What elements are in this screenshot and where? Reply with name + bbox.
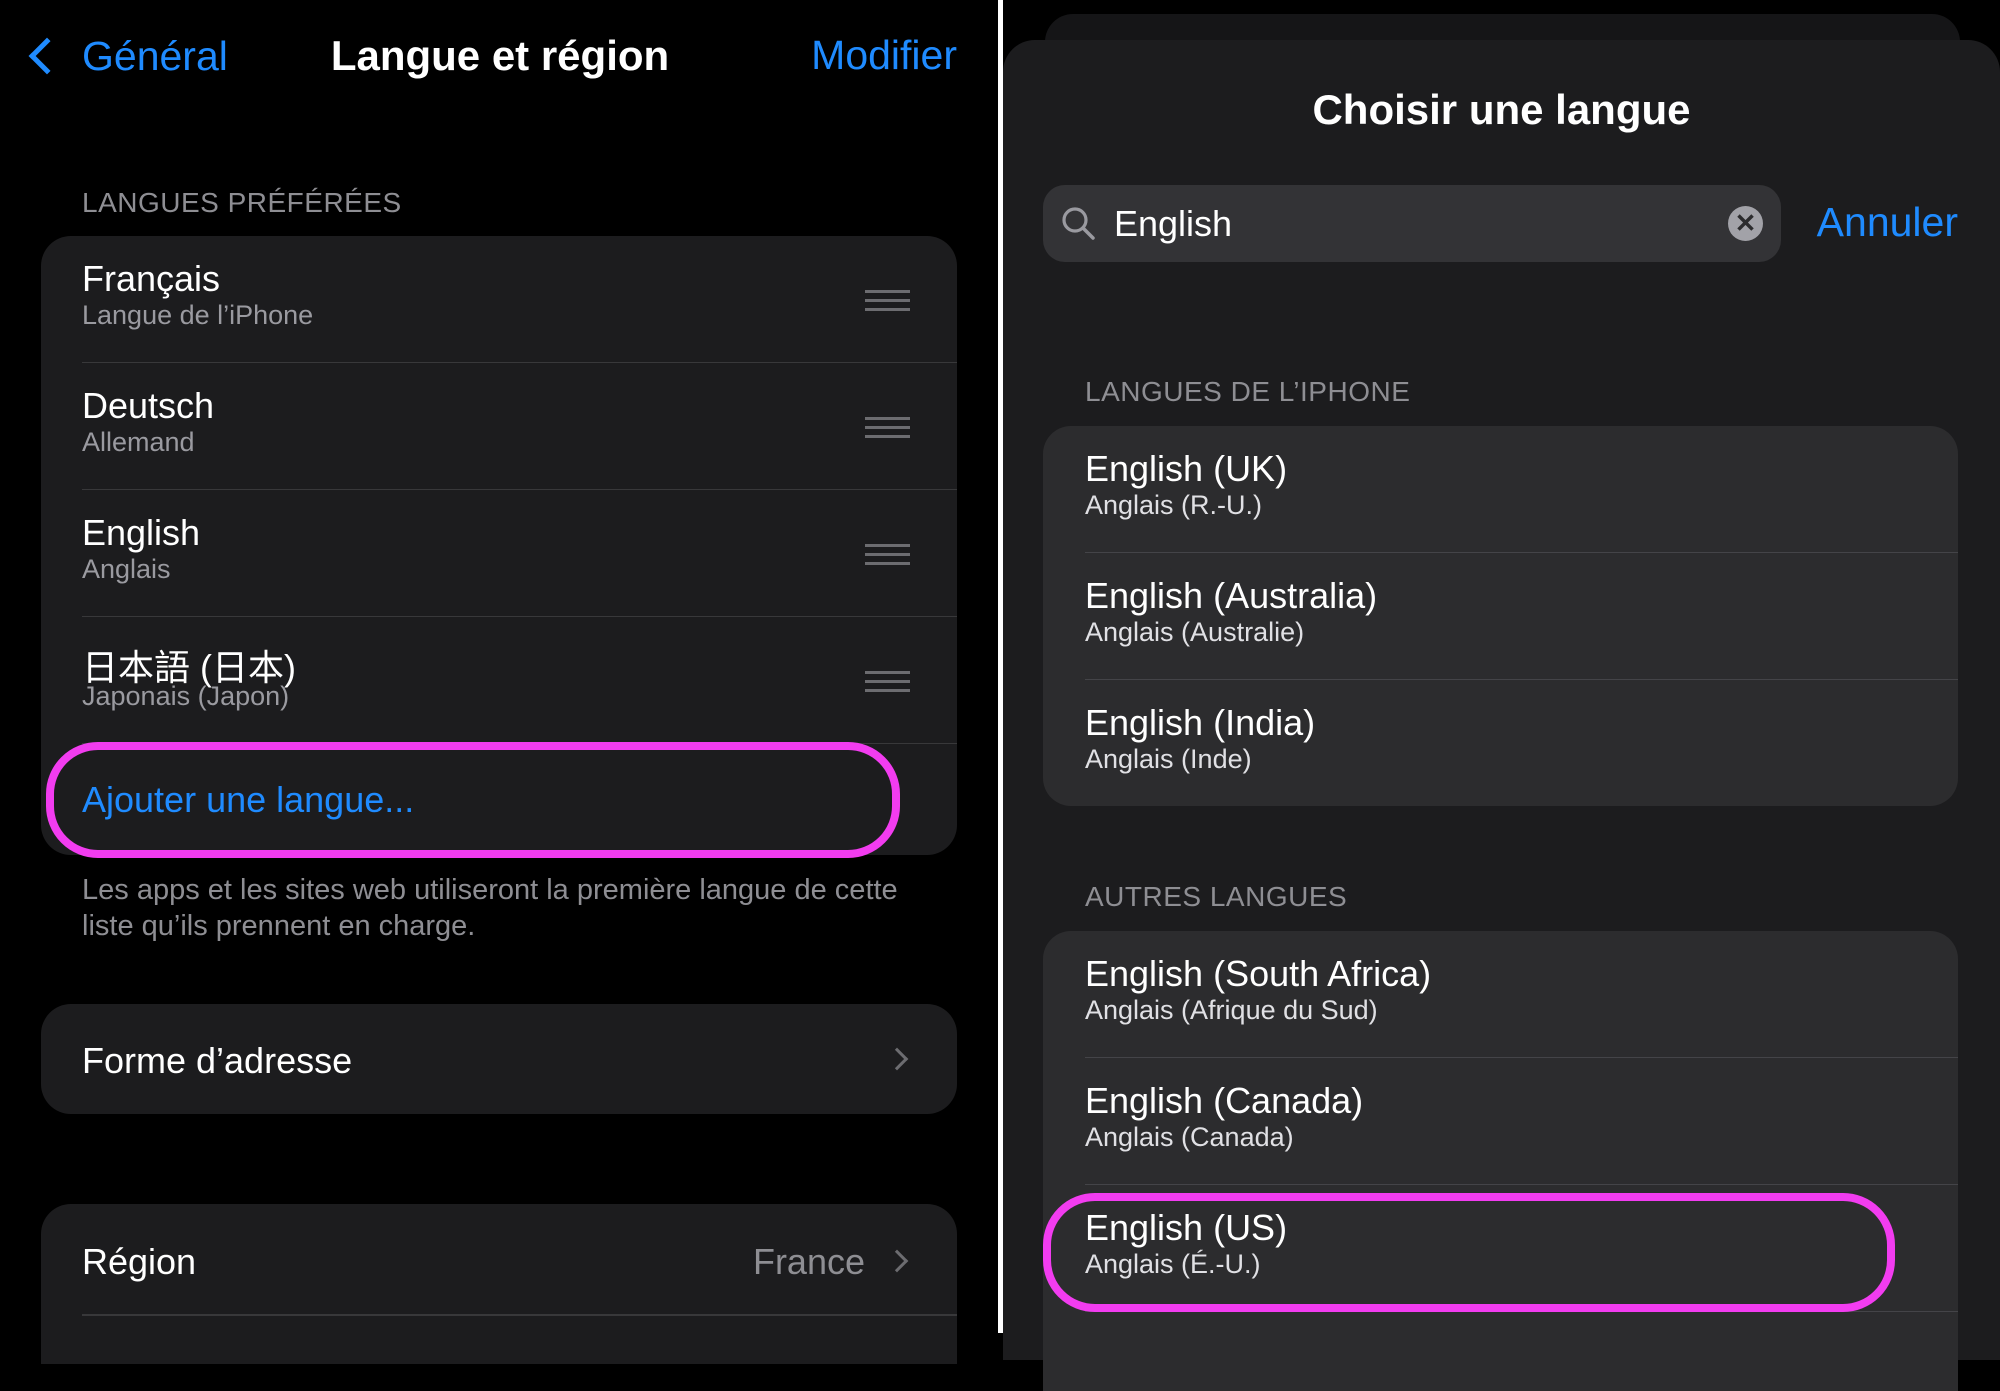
language-option-english-us[interactable]: English (US) Anglais (É.-U.) bbox=[1043, 1185, 1958, 1312]
divider bbox=[1085, 1310, 1958, 1312]
language-subtitle: Anglais (Afrique du Sud) bbox=[1085, 995, 1378, 1025]
preferred-languages-header: LANGUES PRÉFÉRÉES bbox=[82, 187, 402, 218]
language-subtitle: Anglais (É.-U.) bbox=[1085, 1249, 1261, 1279]
language-subtitle: Anglais (R.-U.) bbox=[1085, 490, 1263, 520]
other-languages-card: English (South Africa) Anglais (Afrique … bbox=[1043, 931, 1958, 1391]
region-label: Région bbox=[82, 1241, 197, 1282]
iphone-languages-header: LANGUES DE L’IPHONE bbox=[1085, 376, 1411, 407]
drag-handle-icon[interactable] bbox=[865, 290, 910, 312]
drag-handle-icon[interactable] bbox=[865, 671, 910, 693]
language-name: English (Australia) bbox=[1085, 575, 1378, 616]
back-label: Général bbox=[82, 32, 228, 79]
language-option[interactable]: English (Australia) Anglais (Australie) bbox=[1043, 553, 1958, 680]
language-row-deutsch[interactable]: Deutsch Allemand bbox=[41, 363, 957, 490]
language-name: English (Canada) bbox=[1085, 1080, 1364, 1121]
close-icon: ✕ bbox=[1734, 208, 1757, 238]
language-option[interactable]: English (South Africa) Anglais (Afrique … bbox=[1043, 931, 1958, 1058]
back-button[interactable]: Général bbox=[22, 30, 228, 82]
language-row-francais[interactable]: Français Langue de l’iPhone bbox=[41, 236, 957, 363]
language-row-english[interactable]: English Anglais bbox=[41, 490, 957, 617]
language-name: Français bbox=[82, 258, 221, 299]
language-subtitle: Allemand bbox=[82, 427, 195, 457]
add-language-button[interactable]: Ajouter une langue... bbox=[41, 744, 957, 855]
chevron-right-icon bbox=[885, 1047, 909, 1071]
chevron-right-icon bbox=[885, 1249, 909, 1273]
language-name: English (India) bbox=[1085, 702, 1316, 743]
page-title: Langue et région bbox=[330, 32, 670, 79]
language-name: English bbox=[82, 512, 201, 553]
language-subtitle: Japonais (Japon) bbox=[82, 681, 290, 711]
address-form-row[interactable]: Forme d’adresse bbox=[41, 1004, 957, 1114]
language-subtitle: Anglais bbox=[82, 554, 171, 584]
search-input[interactable]: English bbox=[1114, 203, 1232, 245]
region-value: France bbox=[752, 1241, 865, 1282]
drag-handle-icon[interactable] bbox=[865, 417, 910, 439]
search-field[interactable]: English ✕ bbox=[1043, 185, 1781, 262]
language-option[interactable]: English (Canada) Anglais (Canada) bbox=[1043, 1058, 1958, 1185]
iphone-languages-card: English (UK) Anglais (R.-U.) English (Au… bbox=[1043, 426, 1958, 806]
address-form-label: Forme d’adresse bbox=[82, 1040, 353, 1081]
language-subtitle: Anglais (Australie) bbox=[1085, 617, 1305, 647]
language-subtitle: Anglais (Canada) bbox=[1085, 1122, 1294, 1152]
language-name: English (South Africa) bbox=[1085, 953, 1432, 994]
language-picker-sheet: Choisir une langue English ✕ Annuler LAN… bbox=[1003, 40, 2000, 1391]
other-languages-header: AUTRES LANGUES bbox=[1085, 881, 1348, 912]
language-name: Deutsch bbox=[82, 385, 215, 426]
languages-footer-note: Les apps et les sites web utiliseront la… bbox=[82, 874, 898, 942]
edit-button[interactable]: Modifier bbox=[757, 32, 957, 79]
clear-search-button[interactable]: ✕ bbox=[1728, 206, 1763, 241]
left-panel: Général Langue et région Modifier LANGUE… bbox=[0, 0, 998, 1364]
language-subtitle: Anglais (Inde) bbox=[1085, 744, 1252, 774]
add-language-label: Ajouter une langue... bbox=[82, 779, 415, 820]
region-row[interactable]: Région France bbox=[41, 1204, 957, 1364]
right-panel: Choisir une langue English ✕ Annuler LAN… bbox=[1003, 0, 2000, 1391]
cancel-button[interactable]: Annuler bbox=[1817, 199, 1958, 246]
language-option[interactable]: English (India) Anglais (Inde) bbox=[1043, 680, 1958, 806]
preferred-languages-card: Français Langue de l’iPhone Deutsch Alle… bbox=[41, 236, 957, 855]
language-name: English (UK) bbox=[1085, 448, 1288, 489]
language-name: English (US) bbox=[1085, 1207, 1288, 1248]
sheet-title: Choisir une langue bbox=[1312, 86, 1691, 133]
chevron-left-icon bbox=[28, 37, 66, 75]
language-option[interactable]: English (UK) Anglais (R.-U.) bbox=[1043, 426, 1958, 553]
search-icon bbox=[1062, 207, 1095, 240]
divider bbox=[82, 1314, 957, 1316]
drag-handle-icon[interactable] bbox=[865, 544, 910, 566]
language-subtitle: Langue de l’iPhone bbox=[82, 300, 314, 330]
language-row-japanese[interactable]: 日本語 (日本) Japonais (Japon) bbox=[41, 617, 957, 744]
